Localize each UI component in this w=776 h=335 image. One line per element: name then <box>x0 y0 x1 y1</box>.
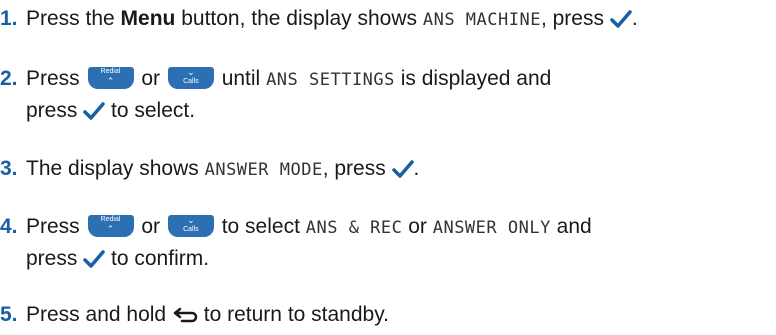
checkmark-icon <box>83 247 105 277</box>
step-text: press <box>26 99 84 122</box>
checkmark-icon <box>391 157 414 187</box>
display-text: ANSWER ONLY <box>432 218 551 238</box>
key-label: Redial <box>100 216 121 223</box>
step-text: to confirm. <box>105 247 210 270</box>
step-number: 2. <box>0 67 18 90</box>
step-text: Press <box>26 67 86 90</box>
step-1: 1. Press the Menu button, the display sho… <box>0 4 776 37</box>
step-text: press <box>26 247 84 270</box>
up-key-icon: Redial ⌃ <box>87 67 134 89</box>
step-5: 5. Press and hold to return to standby. <box>0 300 776 332</box>
step-3: 3. The display shows ANSWER MODE, press . <box>0 154 776 187</box>
display-text: ANS & REC <box>305 218 403 238</box>
step-text: to return to standby. <box>197 303 389 326</box>
step-2: 2. Press Redial ⌃ or ⌄ Calls until ANS SETT… <box>0 64 776 95</box>
step-text: , press <box>322 157 392 180</box>
step-text: to select <box>215 215 306 238</box>
step-number: 5. <box>0 303 18 326</box>
step-text: , press <box>540 7 610 30</box>
key-label: Calls <box>183 226 199 233</box>
step-4-line-2: press to confirm. <box>0 244 776 277</box>
step-4: 4. Press Redial ⌃ or ⌄ Calls to select ANS … <box>0 212 776 243</box>
down-key-icon: ⌄ Calls <box>167 215 214 237</box>
display-text: ANS SETTINGS <box>266 70 395 90</box>
step-number: 1. <box>0 7 18 30</box>
display-text: ANSWER MODE <box>204 160 323 180</box>
step-text: Press the <box>26 7 121 30</box>
key-label: Redial <box>100 68 121 75</box>
step-number: 4. <box>0 215 18 238</box>
step-text: until <box>215 67 267 90</box>
menu-button-label: Menu <box>120 7 176 30</box>
key-label: Calls <box>183 78 199 85</box>
step-number: 3. <box>0 157 18 180</box>
step-text: . <box>413 157 420 180</box>
step-text: The display shows <box>26 157 205 180</box>
display-text: ANS MACHINE <box>422 10 541 30</box>
step-text: or <box>135 215 166 238</box>
checkmark-icon <box>610 7 632 37</box>
step-text: and <box>550 215 592 238</box>
down-key-icon: ⌄ Calls <box>167 67 214 89</box>
step-2-line-2: press to select. <box>0 96 776 129</box>
step-text: Press and hold <box>26 303 172 326</box>
step-text: to select. <box>105 99 196 122</box>
back-icon <box>172 302 198 332</box>
step-text: . <box>631 7 638 30</box>
instructions: 1. Press the Menu button, the display sho… <box>0 0 776 335</box>
step-text: is displayed and <box>394 67 552 90</box>
step-text: or <box>135 67 166 90</box>
up-key-icon: Redial ⌃ <box>87 215 134 237</box>
step-text: Press <box>26 215 86 238</box>
step-text: or <box>402 215 433 238</box>
step-text: button, the display shows <box>175 7 423 30</box>
checkmark-icon <box>83 99 105 129</box>
